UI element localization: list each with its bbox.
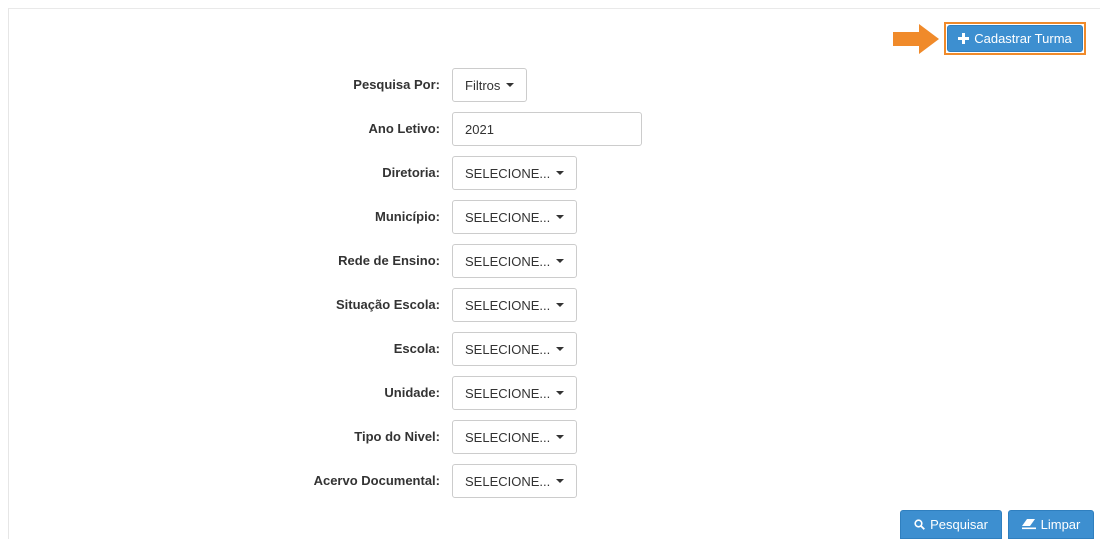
row-rede-ensino: Rede de Ensino: SELECIONE... <box>0 244 700 278</box>
ano-letivo-label: Ano Letivo: <box>368 121 441 136</box>
row-unidade: Unidade: SELECIONE... <box>0 376 700 410</box>
limpar-button[interactable]: Limpar <box>1008 510 1094 539</box>
unidade-label: Unidade: <box>384 385 440 400</box>
row-diretoria: Diretoria: SELECIONE... <box>0 156 700 190</box>
pesquisar-label: Pesquisar <box>930 517 988 532</box>
row-ano-letivo: Ano Letivo: <box>0 112 700 146</box>
situacao-escola-value: SELECIONE... <box>465 297 551 313</box>
right-arrow-icon <box>893 24 939 54</box>
diretoria-value: SELECIONE... <box>465 165 551 181</box>
rede-ensino-label: Rede de Ensino: <box>338 253 440 268</box>
situacao-escola-dropdown[interactable]: SELECIONE... <box>452 288 578 322</box>
search-icon <box>914 519 926 530</box>
row-escola: Escola: SELECIONE... <box>0 332 700 366</box>
row-tipo-nivel: Tipo do Nivel: SELECIONE... <box>0 420 700 454</box>
cadastrar-turma-label: Cadastrar Turma <box>974 31 1072 46</box>
municipio-value: SELECIONE... <box>465 209 551 225</box>
plus-icon <box>958 33 970 44</box>
diretoria-label: Diretoria: <box>382 165 440 180</box>
rede-ensino-dropdown[interactable]: SELECIONE... <box>452 244 578 278</box>
municipio-label: Município: <box>375 209 440 224</box>
acervo-documental-dropdown[interactable]: SELECIONE... <box>452 464 578 498</box>
cadastrar-turma-button[interactable]: Cadastrar Turma <box>947 25 1083 52</box>
limpar-label: Limpar <box>1040 517 1081 532</box>
tipo-nivel-dropdown[interactable]: SELECIONE... <box>452 420 578 454</box>
acervo-documental-label: Acervo Documental: <box>313 473 440 488</box>
escola-dropdown[interactable]: SELECIONE... <box>452 332 578 366</box>
escola-value: SELECIONE... <box>465 341 551 357</box>
escola-label: Escola: <box>393 341 440 356</box>
ano-letivo-input[interactable] <box>452 112 642 146</box>
pesquisar-button[interactable]: Pesquisar <box>900 510 1002 539</box>
caret-down-icon <box>556 347 565 351</box>
situacao-escola-label: Situação Escola: <box>335 297 440 312</box>
caret-down-icon <box>506 83 515 87</box>
tipo-nivel-label: Tipo do Nivel: <box>354 429 440 444</box>
rede-ensino-value: SELECIONE... <box>465 253 551 269</box>
caret-down-icon <box>556 435 565 439</box>
tipo-nivel-value: SELECIONE... <box>465 429 551 445</box>
caret-down-icon <box>556 259 565 263</box>
unidade-dropdown[interactable]: SELECIONE... <box>452 376 578 410</box>
caret-down-icon <box>556 479 565 483</box>
unidade-value: SELECIONE... <box>465 385 551 401</box>
diretoria-dropdown[interactable]: SELECIONE... <box>452 156 578 190</box>
eraser-icon <box>1021 519 1036 530</box>
caret-down-icon <box>556 391 565 395</box>
row-pesquisa-por: Pesquisa Por: Filtros <box>0 68 700 102</box>
pesquisa-por-label: Pesquisa Por: <box>353 77 440 92</box>
municipio-dropdown[interactable]: SELECIONE... <box>452 200 578 234</box>
caret-down-icon <box>556 215 565 219</box>
caret-down-icon <box>556 303 565 307</box>
row-acervo-documental: Acervo Documental: SELECIONE... <box>0 464 700 498</box>
caret-down-icon <box>556 171 565 175</box>
row-municipio: Município: SELECIONE... <box>0 200 700 234</box>
cadastrar-highlight: Cadastrar Turma <box>944 22 1086 55</box>
acervo-documental-value: SELECIONE... <box>465 473 551 489</box>
pesquisa-por-value: Filtros <box>465 77 501 93</box>
pesquisa-por-dropdown[interactable]: Filtros <box>452 68 528 102</box>
row-situacao-escola: Situação Escola: SELECIONE... <box>0 288 700 322</box>
